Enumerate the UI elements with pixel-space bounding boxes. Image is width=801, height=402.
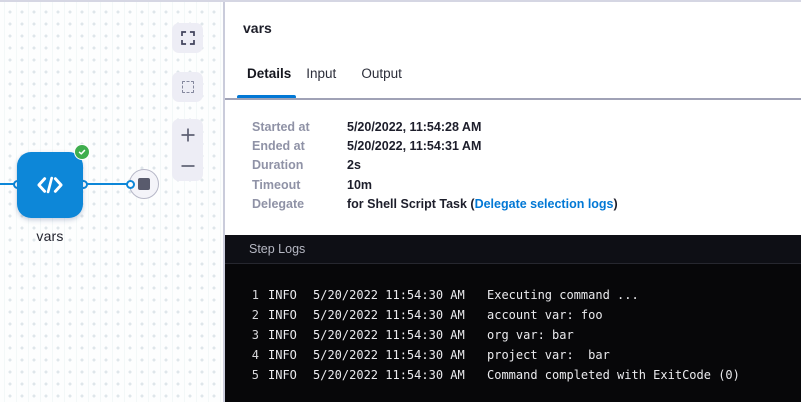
detail-label: Delegate bbox=[252, 197, 347, 211]
zoom-in-button[interactable] bbox=[172, 119, 203, 150]
tab-input[interactable]: Input bbox=[306, 66, 336, 81]
fullscreen-icon bbox=[181, 31, 195, 45]
log-line-number: 4 bbox=[241, 345, 259, 365]
log-timestamp: 5/20/2022 11:54:30 AM bbox=[313, 285, 478, 305]
detail-row-ended-at: Ended at 5/20/2022, 11:54:31 AM bbox=[252, 136, 618, 155]
marquee-select-icon bbox=[182, 81, 194, 93]
detail-value: 10m bbox=[347, 178, 372, 192]
detail-value: for Shell Script Task (Delegate selectio… bbox=[347, 197, 618, 211]
log-timestamp: 5/20/2022 11:54:30 AM bbox=[313, 305, 478, 325]
log-level: INFO bbox=[268, 345, 304, 365]
log-level: INFO bbox=[268, 285, 304, 305]
detail-value: 5/20/2022, 11:54:31 AM bbox=[347, 139, 481, 153]
details-list: Started at 5/20/2022, 11:54:28 AM Ended … bbox=[252, 117, 618, 214]
page-title: vars bbox=[243, 20, 272, 36]
log-line-number: 3 bbox=[241, 325, 259, 345]
log-message: Command completed with ExitCode (0) bbox=[487, 365, 801, 385]
log-message: project var: bar bbox=[487, 345, 801, 365]
step-node-vars[interactable] bbox=[17, 152, 83, 218]
step-details-panel: vars Details Input Output Started at 5/2… bbox=[225, 2, 801, 235]
log-level: INFO bbox=[268, 305, 304, 325]
log-line: 1 INFO 5/20/2022 11:54:30 AM Executing c… bbox=[241, 285, 801, 305]
detail-row-started-at: Started at 5/20/2022, 11:54:28 AM bbox=[252, 117, 618, 136]
detail-label: Started at bbox=[252, 120, 347, 134]
detail-label: Timeout bbox=[252, 178, 347, 192]
log-line-number: 2 bbox=[241, 305, 259, 325]
detail-value: 2s bbox=[347, 158, 361, 172]
console-log-area[interactable]: 1 INFO 5/20/2022 11:54:30 AM Executing c… bbox=[225, 264, 801, 385]
plus-icon bbox=[180, 127, 196, 143]
detail-value: 5/20/2022, 11:54:28 AM bbox=[347, 120, 481, 134]
log-timestamp: 5/20/2022 11:54:30 AM bbox=[313, 345, 478, 365]
minus-icon bbox=[180, 158, 196, 174]
console-header: Step Logs bbox=[225, 235, 801, 264]
log-line-number: 1 bbox=[241, 285, 259, 305]
edge-outgoing bbox=[82, 183, 130, 185]
log-line-number: 5 bbox=[241, 365, 259, 385]
zoom-out-button[interactable] bbox=[172, 150, 203, 181]
pipeline-graph-canvas[interactable]: vars bbox=[0, 2, 224, 402]
details-tabs: Details Input Output bbox=[247, 66, 402, 81]
log-message: account var: foo bbox=[487, 305, 801, 325]
zoom-controls bbox=[172, 119, 203, 181]
marquee-select-button[interactable] bbox=[172, 72, 203, 102]
log-line: 4 INFO 5/20/2022 11:54:30 AM project var… bbox=[241, 345, 801, 365]
log-message: org var: bar bbox=[487, 325, 801, 345]
log-timestamp: 5/20/2022 11:54:30 AM bbox=[313, 325, 478, 345]
console-title: Step Logs bbox=[249, 242, 305, 256]
log-level: INFO bbox=[268, 325, 304, 345]
tab-output[interactable]: Output bbox=[361, 66, 402, 81]
stop-icon bbox=[138, 178, 150, 190]
step-execution-view: vars vars Details bbox=[0, 0, 801, 402]
detail-row-delegate: Delegate for Shell Script Task (Delegate… bbox=[252, 195, 618, 214]
log-line: 2 INFO 5/20/2022 11:54:30 AM account var… bbox=[241, 305, 801, 325]
success-badge bbox=[74, 144, 90, 160]
step-logs-console: Step Logs 1 INFO 5/20/2022 11:54:30 AM E… bbox=[225, 235, 801, 402]
log-level: INFO bbox=[268, 365, 304, 385]
tabs-divider bbox=[225, 98, 801, 100]
tab-details[interactable]: Details bbox=[247, 66, 291, 81]
delegate-selection-logs-link[interactable]: Delegate selection logs bbox=[475, 197, 614, 211]
log-line: 3 INFO 5/20/2022 11:54:30 AM org var: ba… bbox=[241, 325, 801, 345]
fullscreen-button[interactable] bbox=[172, 23, 203, 53]
end-node-port bbox=[126, 180, 135, 189]
detail-label: Ended at bbox=[252, 139, 347, 153]
log-timestamp: 5/20/2022 11:54:30 AM bbox=[313, 365, 478, 385]
code-icon bbox=[33, 168, 67, 202]
check-icon bbox=[77, 147, 87, 157]
node-label: vars bbox=[5, 228, 95, 244]
detail-row-duration: Duration 2s bbox=[252, 156, 618, 175]
detail-row-timeout: Timeout 10m bbox=[252, 175, 618, 194]
detail-label: Duration bbox=[252, 158, 347, 172]
log-line: 5 INFO 5/20/2022 11:54:30 AM Command com… bbox=[241, 365, 801, 385]
log-message: Executing command ... bbox=[487, 285, 801, 305]
